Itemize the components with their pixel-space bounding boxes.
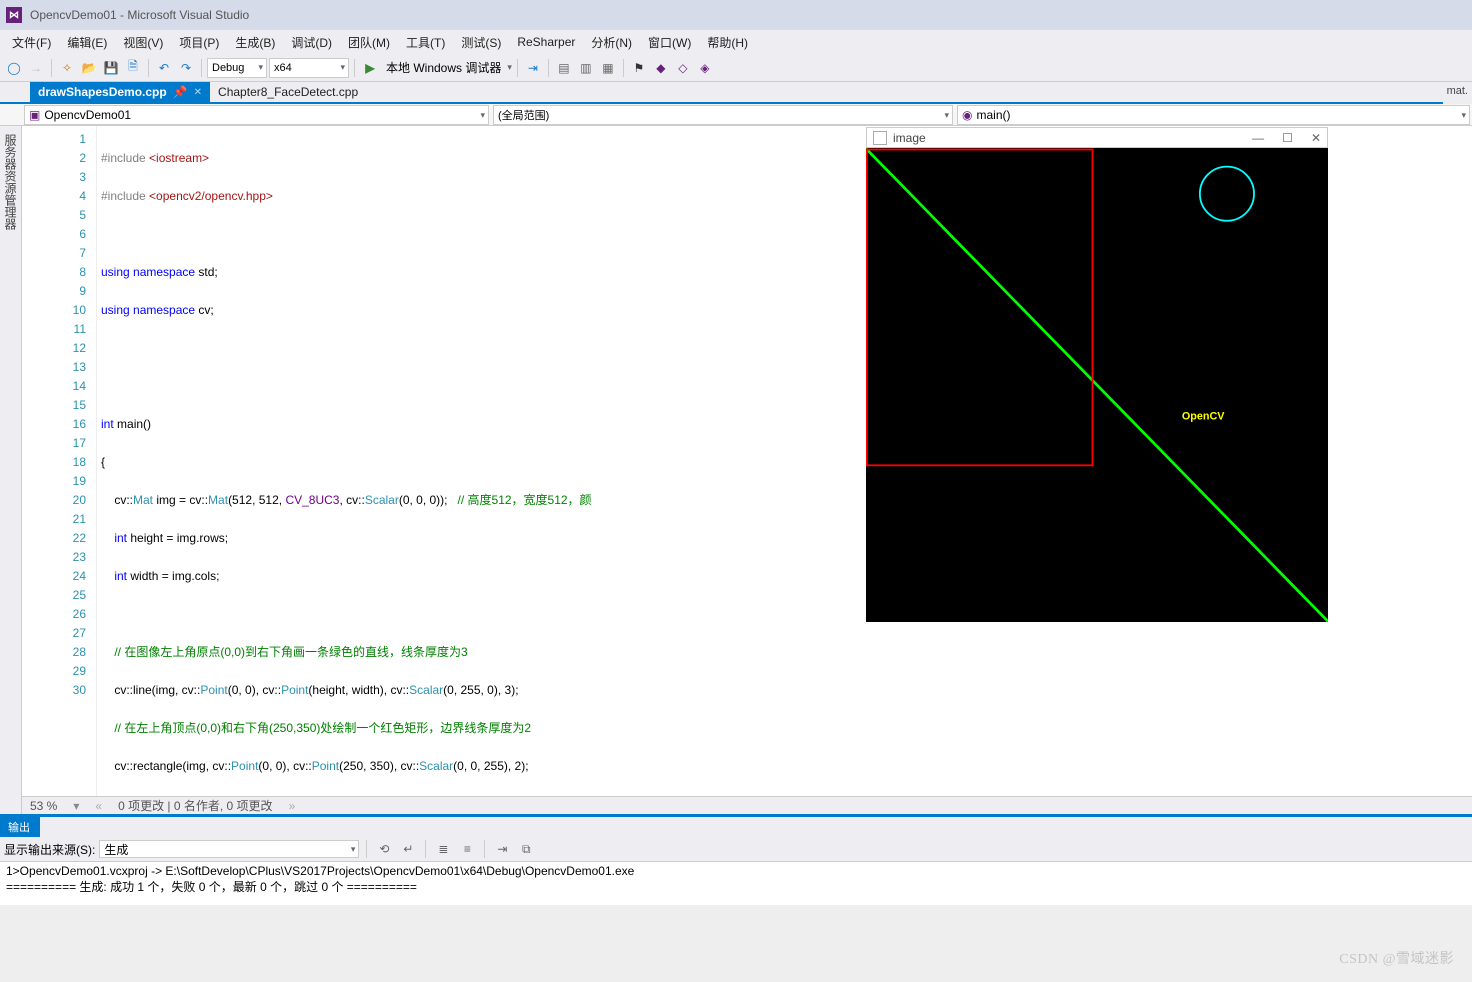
output-source-label: 显示输出来源(S): [4, 841, 95, 858]
play-icon[interactable]: ▶ [360, 58, 380, 78]
nav-fwd-button[interactable]: → [26, 58, 46, 78]
right-collapsed-panel[interactable]: mat. [1443, 82, 1472, 104]
separator [354, 59, 355, 77]
separator [201, 59, 202, 77]
new-item-button[interactable]: ✧ [57, 58, 77, 78]
menu-tools[interactable]: 工具(T) [398, 32, 453, 53]
editor-status-bar: 53 % ▾ « 0 项更改 | 0 名作者, 0 项更改 » [22, 796, 1472, 814]
title-bar: ⋈ OpencvDemo01 - Microsoft Visual Studio [0, 0, 1472, 30]
opencv-window-titlebar[interactable]: image — ☐ ✕ [866, 127, 1328, 148]
output-panel: 输出 显示输出来源(S): 生成 ⟲ ↵ ≣ ≡ ⇥ ⧉ 1>OpencvDem… [0, 814, 1472, 905]
comment-button[interactable]: ▤ [554, 58, 574, 78]
menu-file[interactable]: 文件(F) [4, 32, 59, 53]
zoom-level[interactable]: 53 % [30, 799, 57, 813]
output-list-icon[interactable]: ≣ [433, 839, 453, 859]
tab-drawshapes[interactable]: drawShapesDemo.cpp 📌 ✕ [30, 82, 210, 102]
codelens-info: 0 项更改 | 0 名作者, 0 项更改 [118, 797, 272, 814]
flag-icon[interactable]: ⚑ [629, 58, 649, 78]
project-combo[interactable]: ▣ OpencvDemo01 [24, 105, 489, 125]
output-clear-icon[interactable]: ⟲ [374, 839, 394, 859]
left-sidebar: 服务器资源管理器 工具箱 [0, 126, 22, 814]
separator [623, 59, 624, 77]
close-icon[interactable]: ✕ [194, 87, 202, 98]
func-icon: ◉ [962, 108, 972, 122]
output-filter-icon[interactable]: ⧉ [516, 839, 536, 859]
function-combo[interactable]: ◉ main() [957, 105, 1470, 125]
step-button[interactable]: ⇥ [523, 58, 543, 78]
ext3-icon[interactable]: ◈ [695, 58, 715, 78]
svg-text:OpenCV: OpenCV [1182, 410, 1225, 422]
output-title[interactable]: 输出 [0, 817, 40, 837]
redo-button[interactable]: ↷ [176, 58, 196, 78]
output-source-combo[interactable]: 生成 [99, 840, 359, 858]
output-wrap-icon[interactable]: ↵ [398, 839, 418, 859]
undo-button[interactable]: ↶ [154, 58, 174, 78]
start-debug-button[interactable]: 本地 Windows 调试器 [382, 59, 505, 76]
ext1-icon[interactable]: ◆ [651, 58, 671, 78]
menu-test[interactable]: 测试(S) [453, 32, 509, 53]
output-text[interactable]: 1>OpencvDemo01.vcxproj -> E:\SoftDevelop… [0, 861, 1472, 905]
menu-build[interactable]: 生成(B) [227, 32, 283, 53]
menu-resharper[interactable]: ReSharper [509, 33, 583, 51]
line-gutter: 1234567891011121314151617181920212223242… [22, 126, 97, 796]
menu-team[interactable]: 团队(M) [340, 32, 398, 53]
output-list2-icon[interactable]: ≡ [457, 839, 477, 859]
menu-edit[interactable]: 编辑(E) [59, 32, 115, 53]
separator [51, 59, 52, 77]
cpp-icon: ▣ [29, 108, 40, 122]
menu-debug[interactable]: 调试(D) [283, 32, 340, 53]
code-nav-bar: ▣ OpencvDemo01 (全局范围) ◉ main() [0, 104, 1472, 126]
separator [148, 59, 149, 77]
menu-bar: 文件(F) 编辑(E) 视图(V) 项目(P) 生成(B) 调试(D) 团队(M… [0, 30, 1472, 54]
output-goto-icon[interactable]: ⇥ [492, 839, 512, 859]
separator [517, 59, 518, 77]
save-button[interactable]: 💾 [101, 58, 121, 78]
minimize-icon[interactable]: — [1252, 131, 1264, 145]
menu-window[interactable]: 窗口(W) [640, 32, 699, 53]
menu-view[interactable]: 视图(V) [115, 32, 171, 53]
main-toolbar: ◯ → ✧ 📂 💾 🗎 ↶ ↷ Debug x64 ▶ 本地 Windows 调… [0, 54, 1472, 82]
menu-project[interactable]: 项目(P) [171, 32, 227, 53]
watermark: CSDN @雪域迷影 [1339, 948, 1454, 968]
pin-icon[interactable]: 📌 [173, 85, 188, 99]
opencv-window-title: image [893, 131, 926, 145]
save-all-button[interactable]: 🗎 [123, 58, 143, 78]
close-icon[interactable]: ✕ [1311, 131, 1321, 145]
menu-analyze[interactable]: 分析(N) [583, 32, 640, 53]
open-file-button[interactable]: 📂 [79, 58, 99, 78]
scope-combo[interactable]: (全局范围) [493, 105, 953, 125]
side-server-explorer[interactable]: 服务器资源管理器 [0, 130, 21, 814]
ext2-icon[interactable]: ◇ [673, 58, 693, 78]
tab-label: Chapter8_FaceDetect.cpp [218, 85, 358, 99]
app-icon [873, 131, 887, 145]
menu-help[interactable]: 帮助(H) [699, 32, 756, 53]
platform-combo[interactable]: x64 [269, 58, 349, 78]
separator [548, 59, 549, 77]
uncomment-button[interactable]: ▥ [576, 58, 596, 78]
nav-back-button[interactable]: ◯ [4, 58, 24, 78]
output-toolbar: 显示输出来源(S): 生成 ⟲ ↵ ≣ ≡ ⇥ ⧉ [0, 837, 1472, 861]
opencv-canvas: OpenCV [866, 148, 1328, 622]
vs-logo-icon: ⋈ [6, 7, 22, 23]
maximize-icon[interactable]: ☐ [1282, 131, 1293, 145]
config-combo[interactable]: Debug [207, 58, 267, 78]
tab-label: drawShapesDemo.cpp [38, 85, 167, 99]
indent-button[interactable]: ▦ [598, 58, 618, 78]
window-title: OpencvDemo01 - Microsoft Visual Studio [30, 8, 249, 22]
document-tabs: drawShapesDemo.cpp 📌 ✕ Chapter8_FaceDete… [0, 82, 1472, 104]
tab-facedetect[interactable]: Chapter8_FaceDetect.cpp [210, 82, 366, 102]
